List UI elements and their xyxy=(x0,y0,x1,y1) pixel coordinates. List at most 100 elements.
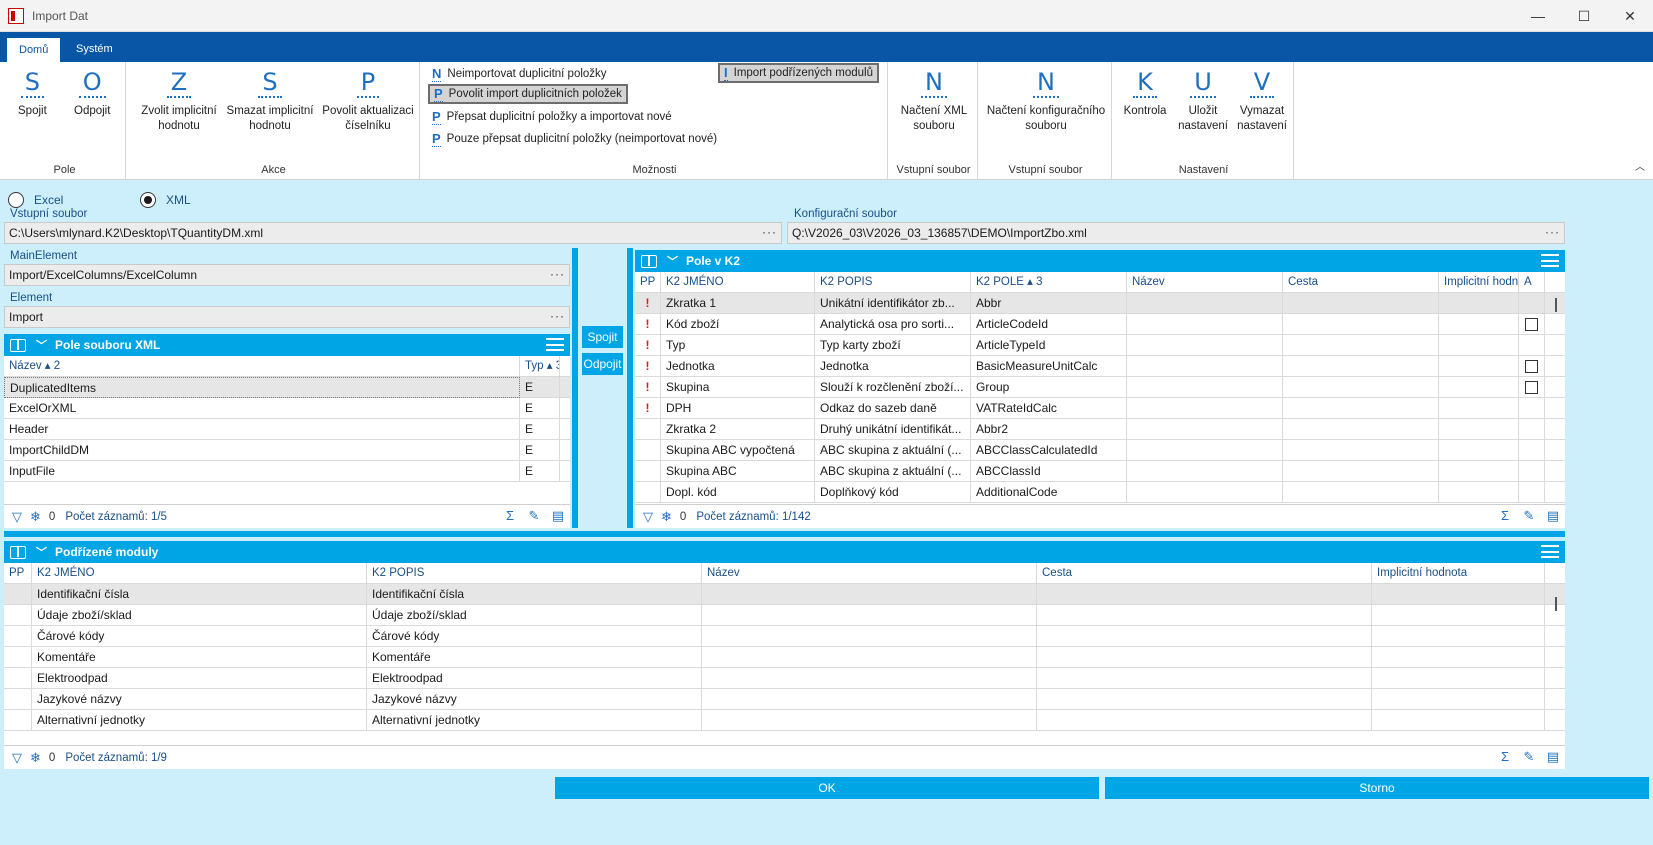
col-nazev[interactable]: Název xyxy=(702,563,1037,584)
snowflake-icon[interactable]: ❄ xyxy=(30,750,41,766)
option-overwrite-only[interactable]: P Pouze přepsat duplicitní položky (neimp… xyxy=(428,129,721,149)
main-element-browse-button[interactable]: ··· xyxy=(550,267,565,281)
tab-system[interactable]: Systém xyxy=(64,37,125,62)
table-row[interactable]: InputFile E xyxy=(4,461,570,482)
sum-icon[interactable]: Σ xyxy=(502,508,518,524)
load-xml-button[interactable]: N Načtení XML souboru xyxy=(894,68,974,134)
load-config-button[interactable]: N Načtení konfiguračního souboru xyxy=(982,68,1110,134)
col-nazev[interactable]: Název xyxy=(1127,272,1283,293)
table-row[interactable]: Identifikační čísla Identifikační čísla xyxy=(4,584,1565,605)
col-k2-jmeno[interactable]: K2 JMÉNO xyxy=(32,563,367,584)
menu-icon[interactable] xyxy=(546,338,564,351)
sum-icon[interactable]: Σ xyxy=(1497,508,1513,524)
allow-update-button[interactable]: P Povolit aktualizaci číselníku xyxy=(320,68,416,134)
element-field[interactable]: Import ··· xyxy=(4,306,570,328)
ok-button[interactable]: OK xyxy=(555,777,1099,799)
edit-icon[interactable]: ✎ xyxy=(1521,508,1537,524)
sub-scrollbar[interactable] xyxy=(1555,597,1557,611)
option-import-child-modules[interactable]: I Import podřízených modulů xyxy=(718,63,879,83)
snowflake-icon[interactable]: ❄ xyxy=(30,509,41,525)
cancel-button[interactable]: Storno xyxy=(1105,777,1649,799)
table-row[interactable]: DuplicatedItems E xyxy=(4,377,570,398)
table-row[interactable]: ! Zkratka 1 Unikátní identifikátor zb... Ab… xyxy=(635,293,1565,314)
table-row[interactable]: Čárové kódy Čárové kódy xyxy=(4,626,1565,647)
col-cesta[interactable]: Cesta xyxy=(1283,272,1439,293)
save-settings-button[interactable]: U Uložit nastavení xyxy=(1176,68,1230,134)
col-implicitni[interactable]: Implicitní hodn xyxy=(1439,272,1519,293)
filter-icon[interactable]: ▽ xyxy=(643,509,653,525)
close-button[interactable]: ✕ xyxy=(1607,0,1653,32)
splitter-right[interactable] xyxy=(627,248,633,528)
row-checkbox[interactable] xyxy=(1525,360,1538,373)
col-k2-popis[interactable]: K2 POPIS xyxy=(367,563,702,584)
chevron-down-icon[interactable]: ﹀ xyxy=(36,544,47,560)
maximize-button[interactable]: ☐ xyxy=(1561,0,1607,32)
table-row[interactable]: ImportChildDM E xyxy=(4,440,570,461)
option-overwrite-and-import[interactable]: P Přepsat duplicitní položky a importovat… xyxy=(428,107,676,127)
collapse-ribbon-icon[interactable]: ︿ xyxy=(1635,158,1645,173)
snowflake-icon[interactable]: ❄ xyxy=(661,509,672,525)
row-checkbox[interactable] xyxy=(1525,381,1538,394)
edit-icon[interactable]: ✎ xyxy=(1521,749,1537,765)
minimize-button[interactable]: — xyxy=(1515,0,1561,32)
input-file-field[interactable]: C:\Users\mlynard.K2\Desktop\TQuantityDM.… xyxy=(4,222,782,244)
col-a[interactable]: A xyxy=(1519,272,1545,293)
settings-grid-icon[interactable]: ▤ xyxy=(550,508,566,524)
col-pp[interactable]: PP xyxy=(4,563,32,584)
table-row[interactable]: Skupina ABC vypočtená ABC skupina z aktuá… xyxy=(635,440,1565,461)
radio-excel[interactable]: Excel xyxy=(8,192,63,208)
table-row[interactable]: Údaje zboží/sklad Údaje zboží/sklad xyxy=(4,605,1565,626)
col-nazev[interactable]: Název ▴ 2 xyxy=(4,356,520,377)
connect-ribbon-button[interactable]: S Spojit xyxy=(18,68,47,119)
splitter-horizontal[interactable] xyxy=(4,531,1565,537)
radio-xml[interactable]: XML xyxy=(140,192,191,208)
connect-button[interactable]: Spojit xyxy=(582,326,623,348)
edit-icon[interactable]: ✎ xyxy=(526,508,542,524)
clear-settings-button[interactable]: V Vymazat nastavení xyxy=(1234,68,1290,134)
table-row[interactable]: ! Typ Typ karty zboží ArticleTypeId xyxy=(635,335,1565,356)
filter-icon[interactable]: ▽ xyxy=(12,750,22,766)
chevron-down-icon[interactable]: ﹀ xyxy=(667,253,678,269)
delete-default-button[interactable]: S Smazat implicitní hodnotu xyxy=(224,68,316,134)
col-pp[interactable]: PP xyxy=(635,272,661,293)
option-allow-duplicates[interactable]: P Povolit import duplicitních položek xyxy=(428,84,628,104)
table-row[interactable]: ! Skupina Slouží k rozčlenění zboží... Grou… xyxy=(635,377,1565,398)
check-button[interactable]: K Kontrola xyxy=(1120,68,1170,119)
option-no-duplicates[interactable]: N Neimportovat duplicitní položky xyxy=(428,64,611,84)
main-element-field[interactable]: Import/ExcelColumns/ExcelColumn ··· xyxy=(4,264,570,286)
disconnect-button[interactable]: Odpojit xyxy=(582,353,623,375)
chevron-down-icon[interactable]: ﹀ xyxy=(36,337,47,353)
col-cesta[interactable]: Cesta xyxy=(1037,563,1372,584)
k2-scrollbar[interactable] xyxy=(1555,298,1557,312)
tab-domu[interactable]: Domů xyxy=(6,37,62,62)
table-row[interactable]: Skupina ABC ABC skupina z aktuální (... AB… xyxy=(635,461,1565,482)
table-row[interactable]: Jazykové názvy Jazykové názvy xyxy=(4,689,1565,710)
col-k2-pole[interactable]: K2 POLE ▴ 3 xyxy=(971,272,1127,293)
settings-grid-icon[interactable]: ▤ xyxy=(1545,749,1561,765)
menu-icon[interactable] xyxy=(1541,545,1559,558)
col-typ[interactable]: Typ ▴ 3 xyxy=(520,356,560,377)
config-file-field[interactable]: Q:\V2026_03\V2026_03_136857\DEMO\ImportZ… xyxy=(787,222,1565,244)
col-k2-jmeno[interactable]: K2 JMÉNO xyxy=(661,272,815,293)
splitter-left[interactable] xyxy=(572,248,578,528)
table-row[interactable]: Komentáře Komentáře xyxy=(4,647,1565,668)
col-k2-popis[interactable]: K2 POPIS xyxy=(815,272,971,293)
table-row[interactable]: ! Jednotka Jednotka BasicMeasureUnitCalc xyxy=(635,356,1565,377)
col-implicitni[interactable]: Implicitní hodnota xyxy=(1372,563,1545,584)
disconnect-ribbon-button[interactable]: O Odpojit xyxy=(74,68,110,119)
settings-grid-icon[interactable]: ▤ xyxy=(1545,508,1561,524)
menu-icon[interactable] xyxy=(1541,254,1559,267)
element-browse-button[interactable]: ··· xyxy=(550,309,565,323)
table-row[interactable]: Header E xyxy=(4,419,570,440)
table-row[interactable]: Alternativní jednotky Alternativní jednot… xyxy=(4,710,1565,731)
table-row[interactable]: Dopl. kód Doplňkový kód AdditionalCode xyxy=(635,482,1565,503)
filter-icon[interactable]: ▽ xyxy=(12,509,22,525)
table-row[interactable]: ! DPH Odkaz do sazeb daně VATRateIdCalc xyxy=(635,398,1565,419)
table-row[interactable]: Elektroodpad Elektroodpad xyxy=(4,668,1565,689)
choose-default-button[interactable]: Z Zvolit implicitní hodnotu xyxy=(134,68,224,134)
config-file-browse-button[interactable]: ··· xyxy=(1545,225,1560,239)
table-row[interactable]: ExcelOrXML E xyxy=(4,398,570,419)
input-file-browse-button[interactable]: ··· xyxy=(762,225,777,239)
sum-icon[interactable]: Σ xyxy=(1497,749,1513,765)
table-row[interactable]: Zkratka 2 Druhý unikátní identifikát... Ab… xyxy=(635,419,1565,440)
